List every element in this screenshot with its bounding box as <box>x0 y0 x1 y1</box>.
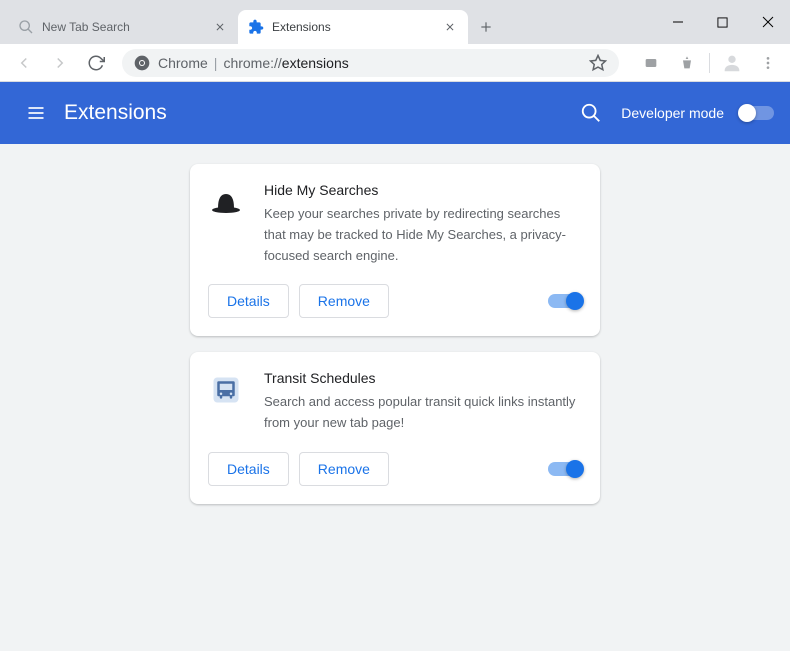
extension-name: Hide My Searches <box>264 182 582 198</box>
extensions-content: Hide My Searches Keep your searches priv… <box>0 144 790 651</box>
extension-card: Hide My Searches Keep your searches priv… <box>190 164 600 336</box>
profile-avatar[interactable] <box>718 49 746 77</box>
extensions-header: Extensions Developer mode <box>0 82 790 144</box>
developer-mode-toggle[interactable] <box>740 106 774 120</box>
puzzle-icon <box>248 19 264 35</box>
reload-button[interactable] <box>80 47 112 79</box>
tab-title: New Tab Search <box>42 20 212 34</box>
address-bar[interactable]: Chrome | chrome://extensions <box>122 49 619 77</box>
menu-icon[interactable] <box>16 93 56 133</box>
enable-toggle[interactable] <box>548 462 582 476</box>
close-icon[interactable] <box>212 19 228 35</box>
tab-title: Extensions <box>272 20 442 34</box>
chrome-icon <box>134 55 150 71</box>
details-button[interactable]: Details <box>208 452 289 486</box>
extension-description: Search and access popular transit quick … <box>264 392 582 434</box>
close-window-button[interactable] <box>745 0 790 44</box>
close-icon[interactable] <box>442 19 458 35</box>
extension-card: Transit Schedules Search and access popu… <box>190 352 600 504</box>
bookmark-star-icon[interactable] <box>589 54 607 72</box>
forward-button[interactable] <box>44 47 76 79</box>
remove-button[interactable]: Remove <box>299 284 389 318</box>
bus-icon <box>208 372 244 408</box>
search-icon[interactable] <box>577 99 605 127</box>
enable-toggle[interactable] <box>548 294 582 308</box>
minimize-button[interactable] <box>655 0 700 44</box>
hat-icon <box>208 184 244 220</box>
toolbar-actions <box>637 49 782 77</box>
tabs-strip: New Tab Search Extensions <box>0 10 655 44</box>
window-controls <box>655 0 790 44</box>
extension-badge-icon[interactable] <box>637 49 665 77</box>
page-title: Extensions <box>64 101 167 125</box>
extension-name: Transit Schedules <box>264 370 582 386</box>
tab-new-tab-search[interactable]: New Tab Search <box>8 10 238 44</box>
back-button[interactable] <box>8 47 40 79</box>
url-text: Chrome | chrome://extensions <box>158 55 349 71</box>
tab-extensions[interactable]: Extensions <box>238 10 468 44</box>
menu-button[interactable] <box>754 49 782 77</box>
separator <box>709 53 710 73</box>
extension-description: Keep your searches private by redirectin… <box>264 204 582 266</box>
extension-badge-icon-2[interactable] <box>673 49 701 77</box>
maximize-button[interactable] <box>700 0 745 44</box>
new-tab-button[interactable] <box>472 13 500 41</box>
remove-button[interactable]: Remove <box>299 452 389 486</box>
details-button[interactable]: Details <box>208 284 289 318</box>
search-icon <box>18 19 34 35</box>
browser-toolbar: Chrome | chrome://extensions <box>0 44 790 82</box>
developer-mode-label: Developer mode <box>621 105 724 121</box>
header-actions: Developer mode <box>577 99 774 127</box>
titlebar: New Tab Search Extensions <box>0 0 790 44</box>
